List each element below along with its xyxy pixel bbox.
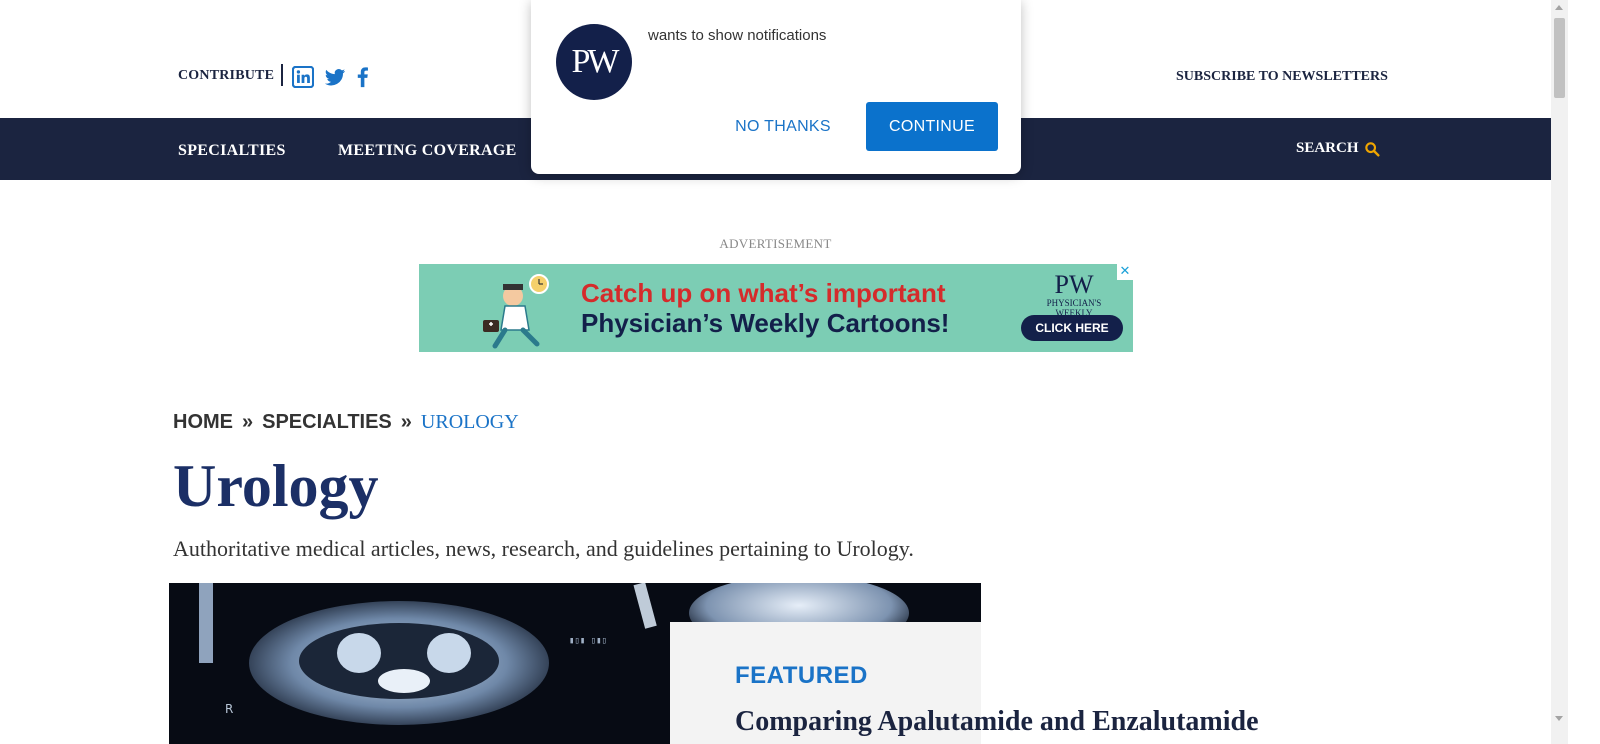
ad-close-icon[interactable]: ✕ bbox=[1117, 264, 1133, 280]
page-title: Urology bbox=[173, 453, 379, 519]
continue-button[interactable]: CONTINUE bbox=[866, 102, 998, 151]
ad-logo: PW PHYSICIAN'S WEEKLY bbox=[1031, 270, 1117, 319]
breadcrumb-specialties[interactable]: SPECIALTIES bbox=[262, 411, 392, 433]
breadcrumb-home[interactable]: HOME bbox=[173, 411, 233, 433]
ad-logo-mark: PW bbox=[1054, 270, 1094, 299]
page-scrollbar[interactable] bbox=[1551, 0, 1568, 744]
breadcrumb: HOME » SPECIALTIES » UROLOGY bbox=[173, 411, 519, 434]
ad-subheadline: Physician’s Weekly Cartoons! bbox=[581, 308, 950, 338]
featured-article-title[interactable]: Comparing Apalutamide and Enzalutamide bbox=[735, 706, 1259, 738]
scroll-up-arrow-icon[interactable] bbox=[1555, 5, 1563, 10]
ad-headline: Catch up on what’s important bbox=[581, 278, 946, 308]
header-divider bbox=[281, 64, 283, 86]
nav-item-specialties[interactable]: SPECIALTIES bbox=[178, 142, 286, 160]
page-description: Authoritative medical articles, news, re… bbox=[173, 536, 914, 561]
no-thanks-button[interactable]: NO THANKS bbox=[721, 110, 845, 144]
ad-banner[interactable]: Catch up on what’s important Physician’s… bbox=[419, 264, 1133, 352]
advertisement-label: ADVERTISEMENT bbox=[719, 236, 832, 251]
doctor-cartoon-icon bbox=[483, 274, 549, 349]
nav-item-meeting-coverage[interactable]: MEETING COVERAGE bbox=[338, 142, 517, 160]
scroll-thumb[interactable] bbox=[1554, 18, 1565, 98]
notification-message: wants to show notifications bbox=[648, 27, 827, 44]
twitter-icon[interactable] bbox=[324, 66, 346, 88]
magnifier-icon bbox=[1364, 141, 1380, 157]
breadcrumb-separator: » bbox=[242, 411, 254, 433]
search-button[interactable]: SEARCH bbox=[1296, 140, 1380, 157]
svg-text:▮▯▮ ▯▮▯: ▮▯▮ ▯▮▯ bbox=[569, 636, 607, 646]
breadcrumb-separator: » bbox=[400, 411, 412, 433]
facebook-icon[interactable] bbox=[352, 66, 374, 88]
notification-prompt: PW wants to show notifications NO THANKS… bbox=[531, 0, 1021, 174]
search-label: SEARCH bbox=[1296, 140, 1359, 156]
contribute-link[interactable]: CONTRIBUTE bbox=[178, 68, 274, 84]
ad-click-here-button[interactable]: CLICK HERE bbox=[1021, 315, 1123, 341]
breadcrumb-current[interactable]: UROLOGY bbox=[421, 411, 519, 433]
scroll-down-arrow-icon[interactable] bbox=[1555, 716, 1563, 721]
featured-label: FEATURED bbox=[735, 662, 868, 689]
pw-logo: PW bbox=[556, 24, 632, 100]
subscribe-newsletters-link[interactable]: SUBSCRIBE TO NEWSLETTERS bbox=[1176, 69, 1388, 85]
svg-text:R: R bbox=[225, 702, 233, 716]
linkedin-icon[interactable] bbox=[291, 65, 315, 89]
